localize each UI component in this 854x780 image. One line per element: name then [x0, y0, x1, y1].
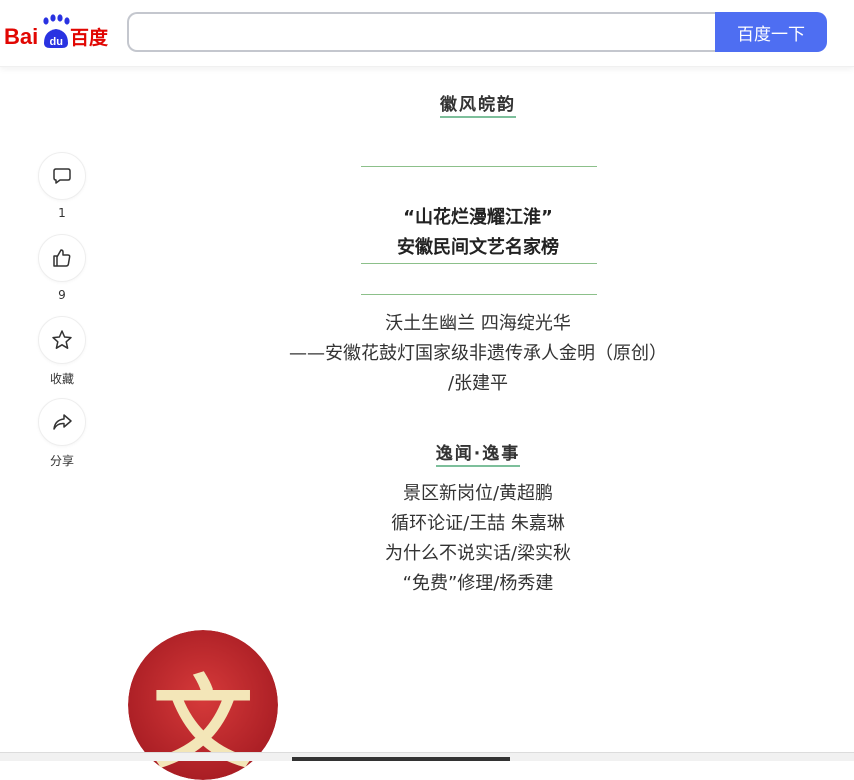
search-input[interactable] [127, 12, 737, 52]
like-count: 9 [58, 288, 66, 302]
emblem-character: 文 [153, 664, 253, 780]
svg-text:Bai: Bai [4, 24, 38, 49]
share-icon [53, 414, 72, 430]
favorite-button[interactable] [38, 316, 86, 364]
list-item: 景区新岗位/黄超鹏 [402, 483, 554, 504]
divider-line [361, 294, 597, 295]
svg-text:du: du [50, 36, 63, 48]
list-item: “免费”修理/杨秀建 [402, 573, 554, 594]
share-button[interactable] [38, 398, 86, 446]
favorite-action: 收藏 [38, 316, 86, 387]
search-button[interactable]: 百度一下 [715, 12, 827, 52]
list-item: 循环论证/王喆 朱嘉琳 [391, 513, 565, 534]
list-item: 为什么不说实话/梁实秋 [384, 543, 572, 564]
comment-icon [53, 168, 71, 184]
scrollbar-thumb[interactable] [292, 757, 510, 761]
svg-text:百度: 百度 [70, 26, 109, 49]
divider-line [361, 166, 597, 167]
divider-line [361, 263, 597, 264]
share-action: 分享 [38, 398, 86, 469]
article-item-title: 沃土生幽兰 四海绽光华 [385, 313, 571, 334]
section-title-yiwen: 逸闻·逸事 [128, 439, 828, 467]
article-item-author: /张建平 [447, 373, 509, 394]
feature-title-line2: 安徽民间文艺名家榜 [397, 237, 559, 258]
like-button[interactable] [38, 234, 86, 282]
article-item-subtitle: ——安徽花鼓灯国家级非遗传承人金明（原创） [289, 343, 667, 364]
favorite-label: 收藏 [49, 372, 74, 386]
comment-count: 1 [58, 206, 66, 220]
feature-title-line1: “山花烂漫耀江淮” [403, 207, 553, 228]
comment-action: 1 [38, 152, 86, 220]
comment-button[interactable] [38, 152, 86, 200]
like-action: 9 [38, 234, 86, 302]
star-icon [52, 330, 72, 349]
baidu-logo[interactable]: Bai du 百度 [4, 13, 110, 53]
top-header: Bai du 百度 百度一下 [0, 0, 854, 67]
thumbs-up-icon [53, 249, 71, 267]
section-title-huifeng: 徽风皖韵 [128, 90, 828, 118]
share-label: 分享 [49, 454, 74, 468]
